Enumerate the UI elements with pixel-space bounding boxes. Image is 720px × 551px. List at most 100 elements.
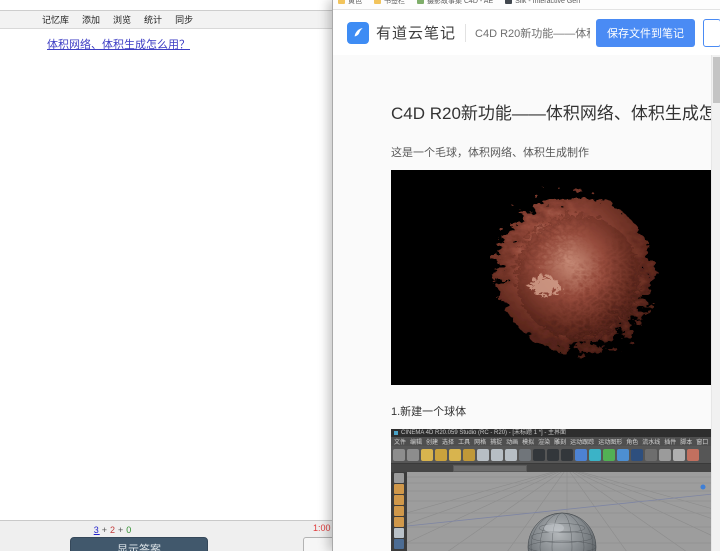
anki-menubar: 记忆库 添加 浏览 统计 同步 bbox=[0, 11, 333, 29]
material-icon bbox=[659, 448, 671, 461]
article-title: C4D R20新功能——体积网络、体积生成怎么用 bbox=[391, 104, 720, 123]
bookmarks-list: 黄色 书签栏 摄影故事集 C4D - AE Silk - Interactive Ge… bbox=[333, 0, 720, 6]
enable-axis-icon bbox=[394, 528, 404, 538]
volume-icon bbox=[631, 448, 643, 461]
show-answer-button[interactable]: 显示答案 bbox=[70, 537, 208, 551]
c4d-menubar: 文件 编辑 创建 选择 工具 网格 捕捉 动画 模拟 渲染 雕刻 运动跟踪 运动图形 角色 流水线 插件 脚本窗… bbox=[391, 437, 713, 446]
c4d-menu-item: 流水线 bbox=[642, 440, 661, 446]
scale-tool-icon bbox=[435, 448, 447, 461]
render-view-icon bbox=[533, 448, 545, 461]
mograph-icon bbox=[603, 448, 615, 461]
c4d-menu-item: 网格 bbox=[474, 440, 487, 446]
bookmark-item-label: 黄色 bbox=[348, 0, 362, 5]
c4d-toolbar bbox=[391, 446, 713, 463]
c4d-screenshot-image: CINEMA 4D R20.059 Studio (RC - R20) - [未… bbox=[391, 429, 713, 551]
c4d-menu-item: 动画 bbox=[506, 440, 519, 446]
redo-icon bbox=[407, 448, 419, 461]
deformer-icon bbox=[645, 448, 657, 461]
folder-icon bbox=[338, 0, 345, 4]
article-step1: 1.新建一个球体 bbox=[391, 406, 467, 418]
anki-menu-item[interactable]: 记忆库 bbox=[42, 13, 69, 26]
render-queue-icon bbox=[561, 448, 573, 461]
anki-menu-item[interactable]: 同步 bbox=[175, 13, 193, 26]
save-to-notes-button[interactable]: 保存文件到笔记 bbox=[596, 18, 695, 47]
note-page-content: C4D R20新功能——体积网络、体积生成怎么用 这是一个毛球，体积网络、体积生… bbox=[333, 55, 720, 551]
count-separator: + bbox=[118, 525, 125, 535]
edge-mode-icon bbox=[394, 506, 404, 516]
new-count: 3 bbox=[93, 525, 100, 535]
card-question-link[interactable]: 体积网络、体积生成怎么用？ bbox=[47, 36, 190, 52]
answer-timer: 1:00 bbox=[313, 523, 331, 533]
share-button[interactable] bbox=[703, 18, 720, 47]
layout-icon bbox=[673, 448, 685, 461]
c4d-mode-bar bbox=[391, 463, 713, 472]
c4d-viewport bbox=[407, 472, 713, 551]
c4d-menu-item: 工具 bbox=[458, 440, 471, 446]
article: C4D R20新功能——体积网络、体积生成怎么用 这是一个毛球，体积网络、体积生… bbox=[391, 55, 720, 551]
header-note-title: C4D R20新功能——体积网络、体积生 bbox=[475, 27, 590, 40]
c4d-menu-item: 窗口 bbox=[696, 440, 709, 446]
c4d-body bbox=[391, 472, 713, 551]
y-axis-lock-icon bbox=[491, 448, 503, 461]
c4d-menu-item: 脚本 bbox=[680, 440, 693, 446]
bookmark-item-label: Silk - Interactive Gen bbox=[515, 0, 581, 5]
field-icon bbox=[617, 448, 629, 461]
anki-bottom-bar: 3 +2 +0 1:00 显示答案 bbox=[0, 520, 351, 551]
move-tool-icon bbox=[421, 448, 433, 461]
article-intro: 这是一个毛球，体积网络、体积生成制作 bbox=[391, 147, 589, 159]
header-divider bbox=[465, 23, 467, 42]
bookmark-item[interactable]: 书签栏 bbox=[374, 0, 405, 6]
undo-icon bbox=[393, 448, 405, 461]
bookmark-item[interactable]: Silk - Interactive Gen bbox=[505, 0, 580, 5]
site-favicon bbox=[417, 0, 424, 4]
learning-count: 2 bbox=[109, 525, 116, 535]
live-selection-icon bbox=[394, 473, 404, 483]
model-mode-icon bbox=[394, 484, 404, 494]
cube-primitive-icon bbox=[575, 448, 587, 461]
screenshot-root: 记忆库 添加 浏览 统计 同步 体积网络、体积生成怎么用？ 3 +2 +0 1:00 显示答… bbox=[0, 0, 720, 551]
layer-icon bbox=[394, 539, 404, 549]
youdao-logo-icon bbox=[347, 21, 369, 44]
folder-icon bbox=[374, 0, 381, 4]
polygon-mode-icon bbox=[394, 517, 404, 527]
scrollbar-thumb[interactable] bbox=[713, 57, 720, 103]
c4d-titlebar: CINEMA 4D R20.059 Studio (RC - R20) - [未… bbox=[391, 429, 713, 437]
anki-menu-item[interactable]: 添加 bbox=[82, 13, 100, 26]
c4d-menu-item: 编辑 bbox=[410, 440, 423, 446]
bookmark-item[interactable]: 摄影故事集 C4D - AE bbox=[417, 0, 493, 6]
layout-dropdown bbox=[453, 465, 527, 472]
youdao-header: 有道云笔记 C4D R20新功能——体积网络、体积生 保存文件到笔记 bbox=[333, 10, 720, 56]
coordinate-system-icon bbox=[519, 448, 531, 461]
bookmarks-bar: 黄色 书签栏 摄影故事集 C4D - AE Silk - Interactive Ge… bbox=[333, 0, 720, 10]
c4d-side-toolbar bbox=[391, 472, 407, 551]
c4d-menu-item: 插件 bbox=[664, 440, 677, 446]
c4d-app-icon bbox=[394, 431, 398, 435]
anki-titlebar-strip bbox=[0, 0, 333, 11]
c4d-menu-item: 运动跟踪 bbox=[570, 440, 595, 446]
count-separator: + bbox=[101, 525, 108, 535]
anki-window: 记忆库 添加 浏览 统计 同步 体积网络、体积生成怎么用？ 3 +2 +0 1:00 显示答… bbox=[0, 0, 351, 551]
bookmark-item-label: 摄影故事集 C4D - AE bbox=[427, 0, 494, 5]
render-settings-icon bbox=[547, 448, 559, 461]
bookmark-item[interactable]: 黄色 bbox=[338, 0, 362, 6]
c4d-window-title: CINEMA 4D R20.059 Studio (RC - R20) - [未… bbox=[401, 430, 567, 436]
c4d-menu-item: 文件 bbox=[394, 440, 407, 446]
c4d-menu-item: 运动图形 bbox=[598, 440, 623, 446]
bookmark-item-label: 书签栏 bbox=[384, 0, 405, 5]
rotate-tool-icon bbox=[449, 448, 461, 461]
c4d-menu-item: 创建 bbox=[426, 440, 439, 446]
spline-pen-icon bbox=[589, 448, 601, 461]
c4d-menu-item: 选择 bbox=[442, 440, 455, 446]
anki-menu-item[interactable]: 浏览 bbox=[113, 13, 131, 26]
c4d-menu-item: 角色 bbox=[626, 440, 639, 446]
point-mode-icon bbox=[394, 495, 404, 505]
review-count: 0 bbox=[126, 525, 133, 535]
page-scrollbar[interactable] bbox=[711, 55, 720, 551]
last-tool-icon bbox=[463, 448, 475, 461]
c4d-menu-item: 雕刻 bbox=[554, 440, 567, 446]
c4d-menu-item: 捕捉 bbox=[490, 440, 503, 446]
z-axis-lock-icon bbox=[505, 448, 517, 461]
workplane-icon bbox=[687, 448, 699, 461]
anki-menu-item[interactable]: 统计 bbox=[144, 13, 162, 26]
brand-name: 有道云笔记 bbox=[376, 25, 457, 42]
